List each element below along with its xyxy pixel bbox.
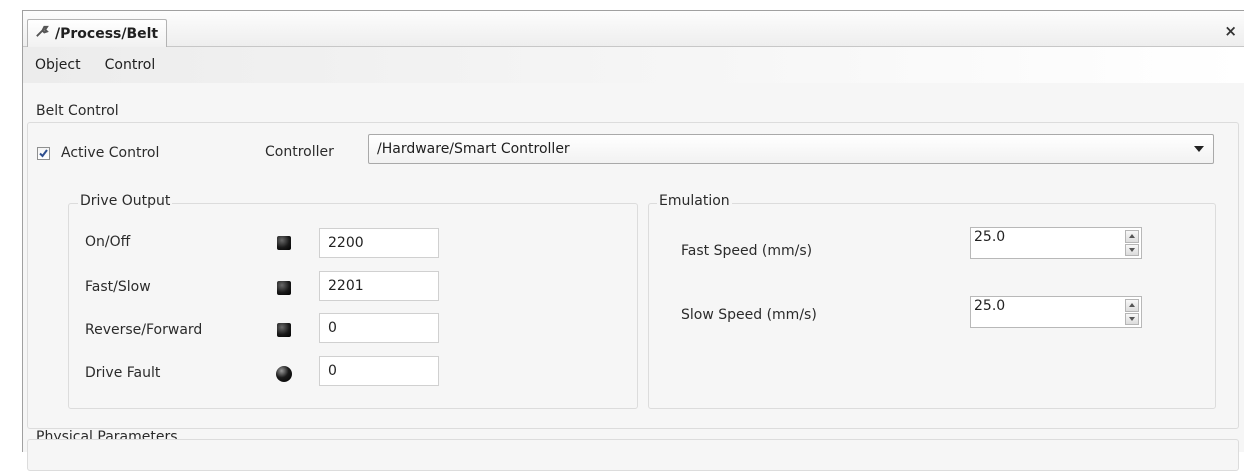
- arrow-up-icon: [1129, 303, 1135, 308]
- drive-output-heading: Drive Output: [78, 193, 173, 209]
- tab-title: /Process/Belt: [55, 25, 159, 42]
- active-control-checkbox[interactable]: [37, 146, 50, 160]
- active-control-label: Active Control: [61, 145, 160, 161]
- drive-fault-address-input[interactable]: 0: [319, 356, 439, 386]
- drive-fault-label: Drive Fault: [85, 365, 161, 381]
- reverse-forward-indicator: [277, 323, 291, 337]
- arrow-up-icon: [1129, 234, 1135, 239]
- slow-speed-increment-button[interactable]: [1125, 299, 1139, 312]
- drive-fault-indicator: [276, 366, 292, 382]
- fast-slow-address-input[interactable]: 2201: [319, 271, 439, 301]
- fast-slow-label: Fast/Slow: [85, 279, 151, 295]
- fast-speed-label: Fast Speed (mm/s): [681, 243, 813, 259]
- fast-speed-value: 25.0: [974, 229, 1006, 245]
- reverse-forward-label: Reverse/Forward: [85, 322, 203, 338]
- physical-parameters-group: [27, 439, 1239, 471]
- check-icon: [39, 148, 48, 158]
- slow-speed-value: 25.0: [974, 298, 1006, 314]
- slow-speed-stepper: [1125, 299, 1139, 325]
- chevron-down-icon: [1194, 146, 1204, 152]
- arrow-down-icon: [1129, 316, 1135, 321]
- on-off-indicator: [277, 236, 291, 250]
- on-off-label: On/Off: [85, 234, 131, 250]
- slow-speed-spinbox[interactable]: 25.0: [970, 296, 1142, 328]
- slow-speed-label: Slow Speed (mm/s): [681, 307, 817, 323]
- reverse-forward-address-input[interactable]: 0: [319, 313, 439, 343]
- menu-bar: Object Control: [23, 47, 1244, 83]
- on-off-address-input[interactable]: 2200: [319, 228, 439, 258]
- active-control-row: Active Control: [37, 145, 159, 161]
- fast-speed-increment-button[interactable]: [1125, 230, 1139, 243]
- controller-label: Controller: [265, 144, 334, 160]
- belt-editor-window: /Process/Belt × Object Control Belt Cont…: [22, 10, 1244, 471]
- menu-object[interactable]: Object: [35, 57, 81, 73]
- fast-speed-decrement-button[interactable]: [1125, 243, 1139, 256]
- belt-control-heading: Belt Control: [36, 103, 119, 119]
- emulation-heading: Emulation: [657, 193, 732, 209]
- controller-value: /Hardware/Smart Controller: [377, 141, 570, 157]
- fast-speed-stepper: [1125, 230, 1139, 256]
- wrench-icon: [34, 24, 49, 43]
- arrow-down-icon: [1129, 247, 1135, 252]
- close-tab-button[interactable]: ×: [1224, 22, 1237, 40]
- menu-control[interactable]: Control: [105, 57, 156, 73]
- controller-select[interactable]: /Hardware/Smart Controller: [368, 134, 1214, 164]
- fast-speed-spinbox[interactable]: 25.0: [970, 227, 1142, 259]
- tab-process-belt[interactable]: /Process/Belt: [27, 19, 168, 47]
- fast-slow-indicator: [277, 281, 291, 295]
- tab-strip: /Process/Belt ×: [23, 11, 1244, 47]
- slow-speed-decrement-button[interactable]: [1125, 312, 1139, 325]
